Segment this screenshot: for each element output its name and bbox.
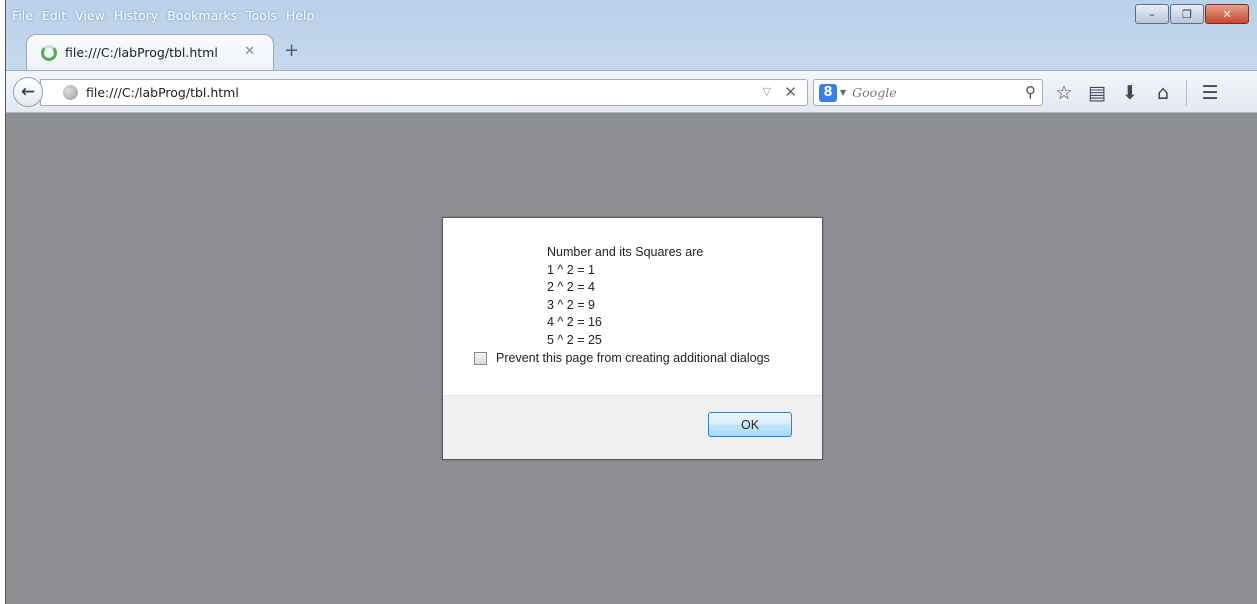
- alert-dialog: Number and its Squares are 1 ^ 2 = 1 2 ^…: [442, 217, 823, 460]
- loading-spinner-icon: [41, 44, 57, 61]
- download-icon[interactable]: ⬇: [1120, 82, 1140, 104]
- url-bar[interactable]: file:///C:/labProg/tbl.html ▽ ✕: [40, 79, 808, 106]
- navigation-toolbar: file:///C:/labProg/tbl.html ▽ ✕ ← 8 ▼ Go…: [6, 70, 1257, 113]
- hamburger-menu-icon[interactable]: ☰: [1200, 82, 1220, 104]
- search-placeholder[interactable]: Google: [852, 85, 896, 100]
- reading-list-icon[interactable]: ▤: [1087, 82, 1107, 104]
- tab-title: file:///C:/labProg/tbl.html: [65, 45, 218, 60]
- menu-history[interactable]: History: [114, 8, 158, 26]
- ok-button[interactable]: OK: [708, 412, 792, 437]
- dialog-line: 3 ^ 2 = 9: [547, 297, 595, 312]
- bookmark-star-icon[interactable]: ☆: [1054, 82, 1074, 104]
- menu-edit[interactable]: Edit: [42, 8, 66, 26]
- browser-window: File Edit View History Bookmarks Tools H…: [5, 0, 1257, 604]
- tab-close-icon[interactable]: ✕: [244, 44, 255, 59]
- dialog-footer: OK: [443, 395, 822, 459]
- dialog-line: 4 ^ 2 = 16: [547, 315, 602, 329]
- dialog-message: Number and its Squares are 1 ^ 2 = 1 2 ^…: [547, 244, 703, 349]
- menu-bar: File Edit View History Bookmarks Tools H…: [12, 8, 314, 26]
- menu-help[interactable]: Help: [286, 8, 315, 26]
- toolbar-icons: ☆ ▤ ⬇ ⌂ ☰: [1054, 80, 1220, 106]
- url-dropdown-icon[interactable]: ▽: [763, 85, 771, 98]
- menu-file[interactable]: File: [12, 8, 33, 26]
- dialog-heading: Number and its Squares are: [547, 245, 704, 259]
- prevent-dialogs-option[interactable]: Prevent this page from creating addition…: [474, 351, 770, 365]
- search-icon[interactable]: ⚲: [1025, 83, 1036, 101]
- title-bar: File Edit View History Bookmarks Tools H…: [6, 0, 1257, 70]
- dialog-line: 2 ^ 2 = 4: [547, 280, 595, 294]
- close-window-button[interactable]: ✕: [1205, 4, 1249, 24]
- search-bar[interactable]: 8 ▼ Google ⚲: [813, 79, 1043, 106]
- window-controls: – ❐ ✕: [1135, 4, 1249, 24]
- globe-icon: [63, 85, 78, 100]
- home-icon[interactable]: ⌂: [1153, 82, 1173, 104]
- prevent-dialogs-checkbox[interactable]: [474, 351, 487, 365]
- minimize-button[interactable]: –: [1135, 4, 1169, 24]
- dialog-line: 5 ^ 2 = 25: [547, 332, 602, 347]
- tab-active[interactable]: file:///C:/labProg/tbl.html ✕: [26, 34, 274, 70]
- dialog-line: 1 ^ 2 = 1: [547, 262, 595, 277]
- menu-bookmarks[interactable]: Bookmarks: [167, 8, 237, 26]
- new-tab-button[interactable]: +: [284, 40, 299, 61]
- maximize-button[interactable]: ❐: [1170, 4, 1204, 24]
- menu-tools[interactable]: Tools: [246, 8, 277, 26]
- chevron-down-icon[interactable]: ▼: [840, 88, 846, 97]
- back-button[interactable]: ←: [13, 77, 43, 107]
- menu-view[interactable]: View: [75, 8, 105, 26]
- page-content: Number and its Squares are 1 ^ 2 = 1 2 ^…: [6, 113, 1257, 604]
- prevent-dialogs-label: Prevent this page from creating addition…: [496, 351, 770, 365]
- toolbar-divider: [1186, 80, 1187, 106]
- stop-icon[interactable]: ✕: [784, 83, 797, 101]
- google-logo-icon[interactable]: 8: [819, 83, 837, 102]
- url-text[interactable]: file:///C:/labProg/tbl.html: [86, 85, 239, 100]
